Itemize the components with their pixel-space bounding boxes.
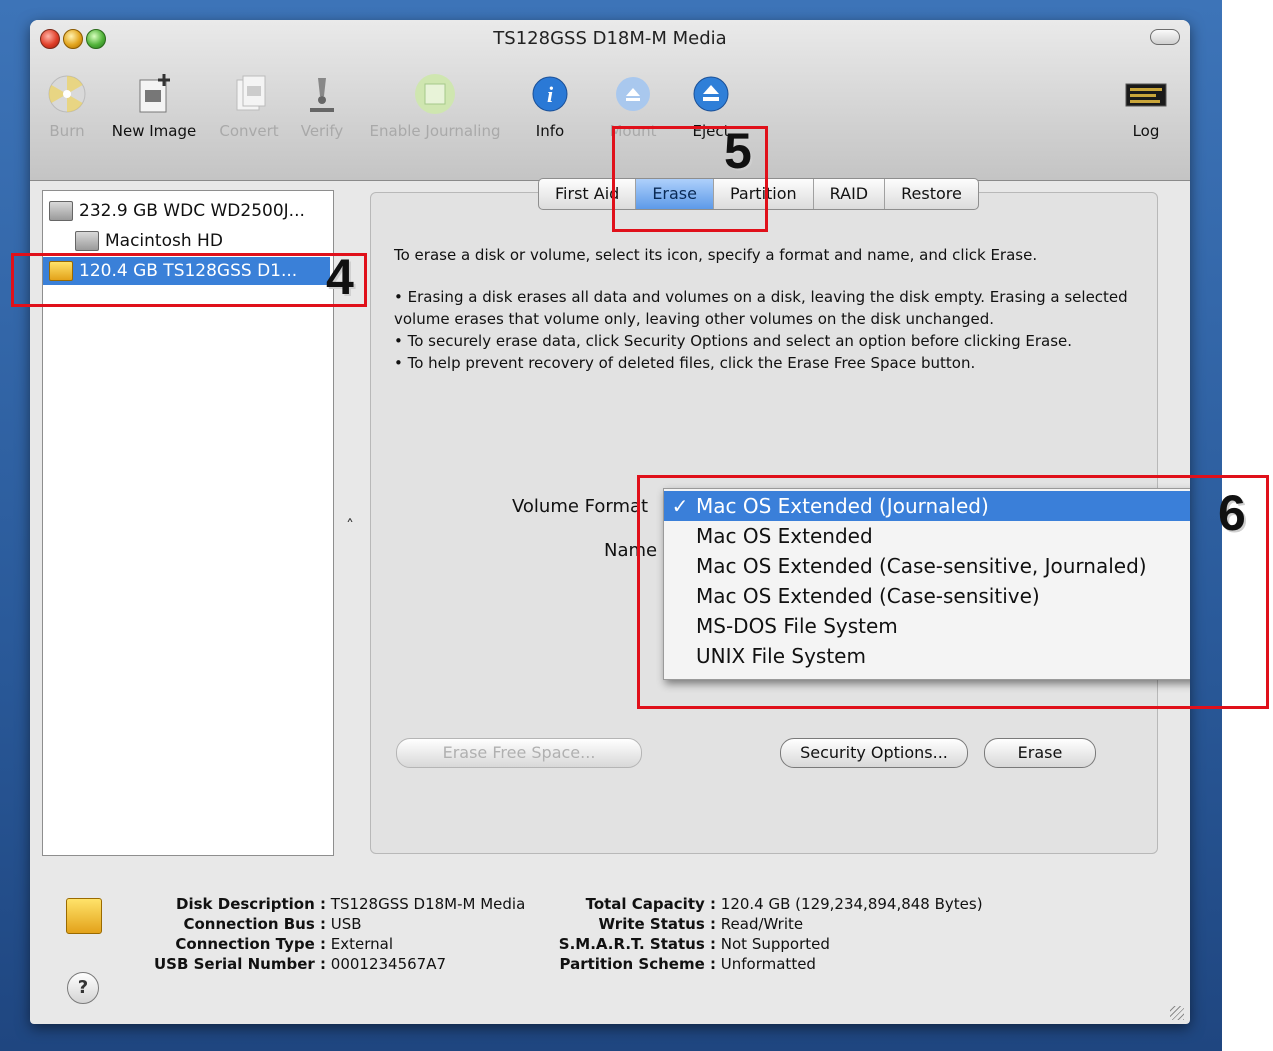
- detail-write-status: Write Status : Read/Write: [598, 915, 804, 933]
- toolbar-toggle-button[interactable]: [1150, 29, 1180, 45]
- window-title: TS128GSS D18M-M Media: [493, 28, 727, 49]
- detail-disk-description: Disk Description : TS128GSS D18M-M Media: [176, 895, 526, 913]
- help-button[interactable]: ?: [67, 972, 99, 1004]
- annotation-number-6: 6: [1218, 485, 1246, 541]
- erase-free-space-button[interactable]: Erase Free Space...: [396, 738, 642, 768]
- erase-button[interactable]: Erase: [984, 738, 1096, 768]
- detail-connection-bus: Connection Bus : USB: [183, 915, 362, 933]
- detail-usb-serial: USB Serial Number : 0001234567A7: [153, 955, 447, 973]
- eject-icon: [689, 72, 733, 116]
- new-image-label: New Image: [111, 122, 197, 140]
- splitter-handle[interactable]: ˄: [346, 516, 354, 535]
- convert-button[interactable]: Convert: [214, 72, 284, 140]
- new-image-icon: [132, 72, 176, 116]
- erase-bullet-2: • To securely erase data, click Security…: [394, 332, 1073, 350]
- annotation-number-5: 5: [724, 123, 752, 179]
- enable-journaling-label: Enable Journaling: [369, 122, 501, 140]
- enable-journaling-button[interactable]: Enable Journaling: [360, 72, 510, 140]
- log-button[interactable]: Log: [1116, 72, 1176, 140]
- log-icon: [1124, 72, 1168, 116]
- disk-item-label: 232.9 GB WDC WD2500J...: [79, 201, 305, 221]
- verify-button[interactable]: Verify: [294, 72, 350, 140]
- info-label: Info: [535, 122, 565, 140]
- svg-text:i: i: [547, 82, 554, 107]
- convert-label: Convert: [219, 122, 279, 140]
- usb-drive-icon: [66, 898, 102, 934]
- annotation-number-4: 4: [326, 249, 354, 305]
- erase-instructions: To erase a disk or volume, select its ic…: [394, 244, 1154, 374]
- mount-icon: [611, 72, 655, 116]
- erase-bullet-1: • Erasing a disk erases all data and vol…: [394, 288, 1128, 328]
- detail-partition-scheme: Partition Scheme : Unformatted: [559, 955, 816, 973]
- burn-button[interactable]: Burn: [40, 72, 94, 140]
- volume-icon: [75, 231, 99, 251]
- toolbar-area: TS128GSS D18M-M Media Burn New Image Con…: [30, 20, 1190, 181]
- disk-item-macintosh-hd[interactable]: Macintosh HD: [75, 227, 223, 255]
- journaling-icon: [413, 72, 457, 116]
- detail-total-capacity: Total Capacity : 120.4 GB (129,234,894,8…: [585, 895, 983, 913]
- annotation-box-6: [637, 475, 1269, 709]
- burn-label: Burn: [49, 122, 85, 140]
- disk-item-wdc[interactable]: 232.9 GB WDC WD2500J...: [49, 197, 305, 225]
- security-options-button[interactable]: Security Options...: [780, 738, 968, 768]
- info-icon: i: [528, 72, 572, 116]
- log-label: Log: [1132, 122, 1160, 140]
- volume-format-label: Volume Format: [512, 496, 649, 517]
- burn-icon: [45, 72, 89, 116]
- detail-connection-type: Connection Type : External: [175, 935, 394, 953]
- info-button[interactable]: i Info: [522, 72, 578, 140]
- annotation-box-4: [11, 253, 367, 307]
- erase-bullet-3: • To help prevent recovery of deleted fi…: [394, 354, 976, 372]
- detail-smart-status: S.M.A.R.T. Status : Not Supported: [558, 935, 830, 953]
- tab-raid[interactable]: RAID: [814, 179, 886, 209]
- tab-restore[interactable]: Restore: [885, 179, 978, 209]
- verify-label: Verify: [300, 122, 344, 140]
- convert-icon: [227, 72, 271, 116]
- erase-intro-text: To erase a disk or volume, select its ic…: [394, 246, 1038, 264]
- resize-handle[interactable]: [1170, 1006, 1184, 1020]
- disk-item-label: Macintosh HD: [105, 231, 223, 251]
- hard-disk-icon: [49, 201, 73, 221]
- microscope-icon: [300, 72, 344, 116]
- new-image-button[interactable]: New Image: [106, 72, 202, 140]
